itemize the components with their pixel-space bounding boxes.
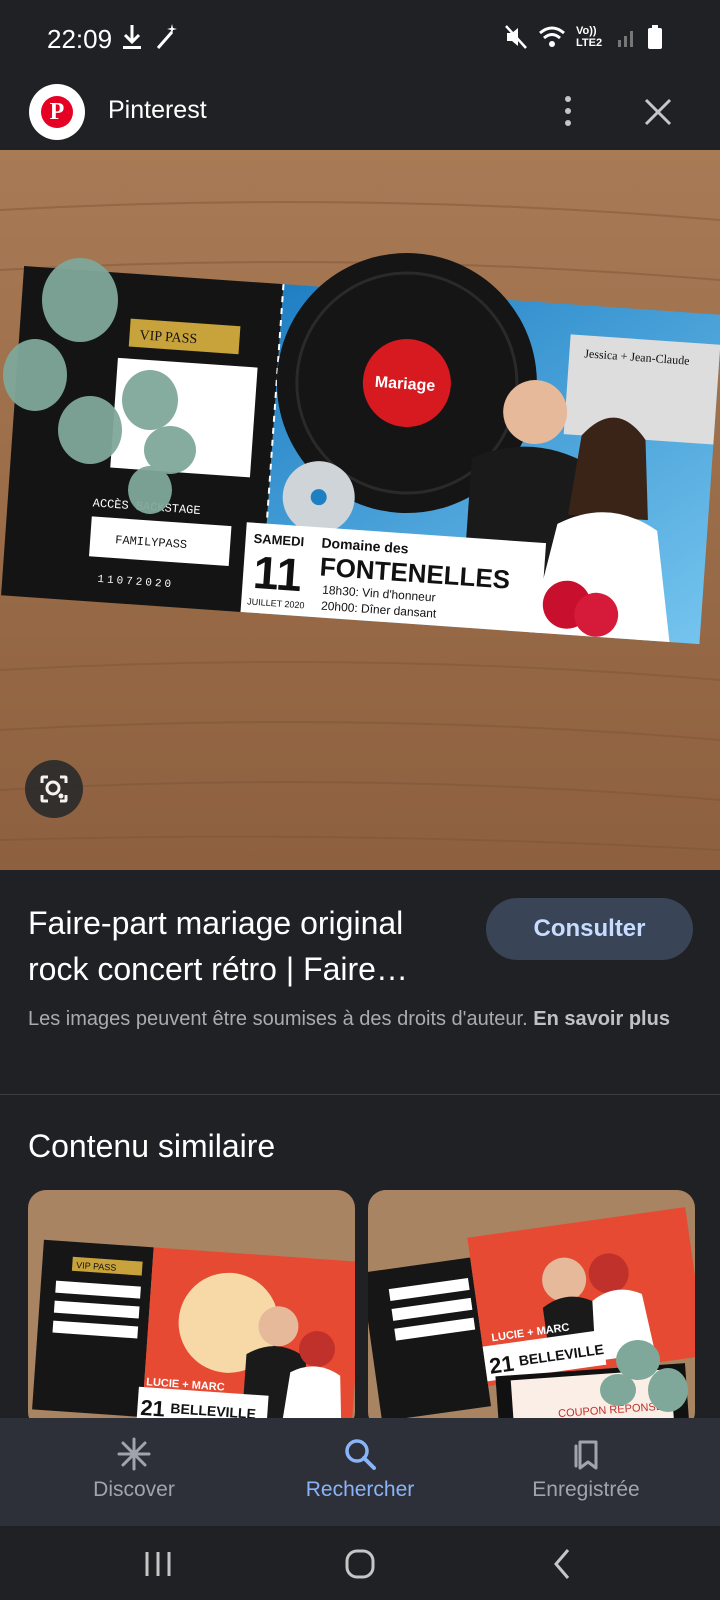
system-navigation-bar [0,1526,720,1600]
google-lens-button[interactable] [25,760,83,818]
similar-item[interactable]: LUCIE + MARC 21 BELLEVILLE COUPON RÉPONS… [368,1190,695,1430]
home-icon [345,1549,375,1579]
more-options-button[interactable] [556,90,580,134]
app-title: Pinterest [108,96,207,124]
lens-icon [40,775,68,803]
back-icon [554,1549,570,1579]
close-icon [644,98,672,126]
search-icon [345,1439,376,1470]
copyright-text: Les images peuvent être soumises à des d… [28,1008,528,1030]
recents-button[interactable] [133,1542,183,1586]
nav-saved[interactable]: Enregistrée [466,1418,706,1526]
nav-search-label: Rechercher [305,1478,415,1501]
similar-content-title: Contenu similaire [28,1128,276,1164]
discover-icon [117,1437,151,1471]
signal-icon [618,31,633,47]
magic-wand-icon [156,24,177,49]
divider [0,1094,720,1095]
similar-image-2: LUCIE + MARC 21 BELLEVILLE COUPON RÉPONS… [368,1190,695,1430]
wifi-icon [539,26,565,47]
app-bar: P Pinterest [0,80,720,152]
wedding-invitation-image: VIP PASS ACCÈS BACKSTAGE FAMILYPASS 1107… [0,150,720,870]
recents-icon [145,1552,171,1576]
similar-image-1: VIP PASS LUCIE + MARC 21 BELLEVILLE [28,1190,355,1430]
nav-search[interactable]: Rechercher [240,1418,480,1526]
bookmarks-icon [574,1440,598,1470]
back-button[interactable] [538,1542,588,1586]
date-number: 11 [252,546,304,601]
result-image[interactable]: VIP PASS ACCÈS BACKSTAGE FAMILYPASS 1107… [0,150,720,870]
pinterest-logo-letter: P [41,96,73,128]
home-button[interactable] [335,1542,385,1586]
more-vert-icon [565,96,571,126]
consult-button[interactable]: Consulter [486,898,693,960]
learn-more-link[interactable]: En savoir plus [533,1008,670,1030]
copyright-notice: Les images peuvent être soumises à des d… [28,1004,688,1035]
pinterest-logo: P [29,84,85,140]
battery-icon [648,25,662,49]
status-bar: 22:09 Vo)) LTE2 [0,0,720,80]
status-time: 22:09 [47,24,113,54]
download-icon [123,25,141,49]
similar-item[interactable]: VIP PASS LUCIE + MARC 21 BELLEVILLE [28,1190,355,1430]
nav-discover[interactable]: Discover [14,1418,254,1526]
result-title[interactable]: Faire-part mariage original rock concert… [28,900,458,992]
network-label: Vo)) LTE2 [576,25,603,49]
thumb2-date: 21 [488,1351,516,1379]
mute-icon [505,25,527,49]
bottom-navigation: Discover Rechercher Enregistrée [0,1418,720,1526]
close-button[interactable] [636,90,680,134]
nav-saved-label: Enregistrée [532,1478,640,1501]
nav-discover-label: Discover [93,1478,175,1501]
